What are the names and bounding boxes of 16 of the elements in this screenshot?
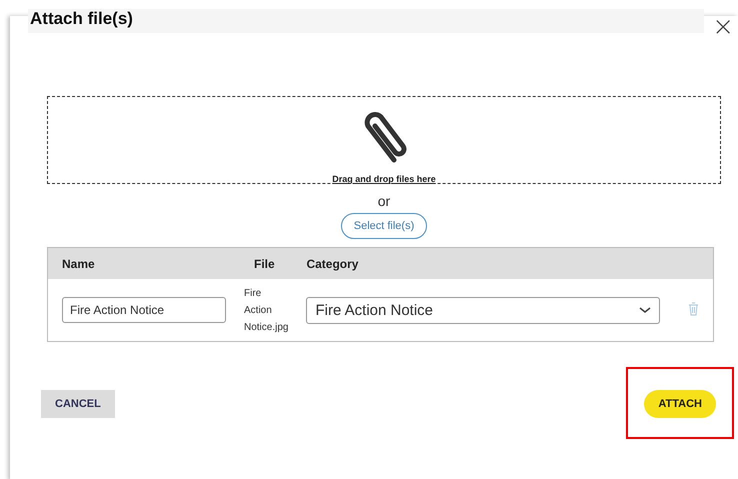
file-name: Fire Action Notice.jpg [240, 279, 292, 342]
dialog-title: Attach file(s) [30, 9, 133, 29]
column-header: Name [48, 248, 240, 279]
drop-zone[interactable]: Drag and drop files here [47, 96, 721, 184]
chevron-down-icon [639, 306, 652, 314]
close-button[interactable]: × [708, 16, 738, 38]
column-header: File [240, 248, 292, 279]
column-header: Category [292, 248, 674, 279]
drop-hint: Drag and drop files here [332, 174, 436, 184]
trash-icon[interactable] [688, 302, 700, 316]
select-files-button[interactable]: Select file(s) [340, 213, 428, 239]
cancel-button[interactable]: CANCEL [41, 390, 115, 418]
attach-button[interactable]: ATTACH [644, 390, 716, 418]
category-dropdown[interactable]: Fire Action Notice [306, 296, 660, 324]
name-field[interactable]: Fire Action Notice [62, 297, 226, 323]
or-text: or [376, 193, 392, 209]
